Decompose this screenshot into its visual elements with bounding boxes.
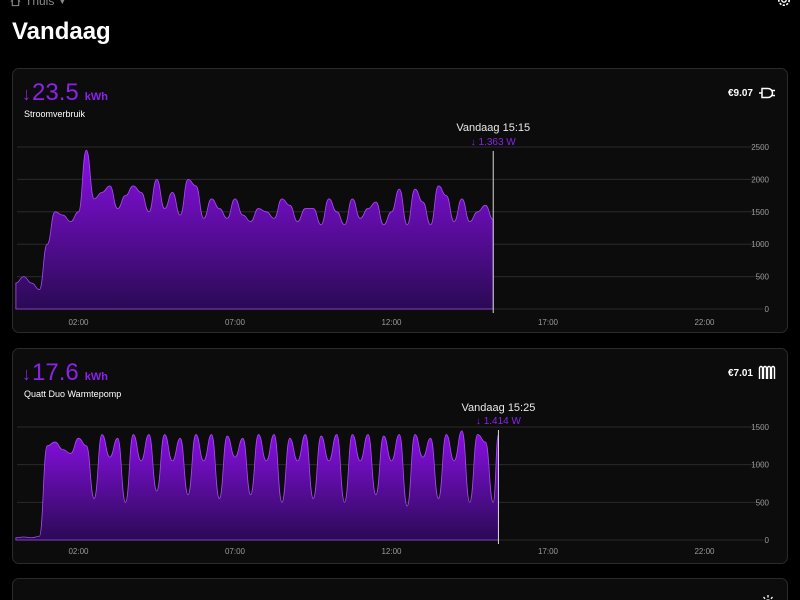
x-tick-label: 17:00 <box>538 318 559 327</box>
y-tick-label: 0 <box>765 305 770 314</box>
home-selector[interactable]: Thuis ▼ <box>10 0 66 8</box>
y-tick-label: 1500 <box>751 208 769 217</box>
tooltip-time: Vandaag 15:15 <box>456 122 530 134</box>
power-chart[interactable]: 0 500 1000 1500 2000 2500 02:00 07:00 12:00 17:00… <box>13 69 788 333</box>
y-tick-label: 500 <box>756 273 770 282</box>
tooltip-value: ↓ 1.414 W <box>476 416 522 427</box>
series-area <box>15 149 494 310</box>
energy-card-stroomverbruik[interactable]: ↓ 23.5 kWh Stroomverbruik €9.07 0 500 1000… <box>12 68 788 333</box>
y-tick-label: 0 <box>765 536 770 545</box>
y-tick-label: 1000 <box>751 461 769 470</box>
y-tick-label: 2500 <box>751 143 769 152</box>
y-tick-label: 500 <box>756 498 770 507</box>
energy-card-third[interactable] <box>12 578 788 600</box>
y-tick-label: 1000 <box>751 240 769 249</box>
x-tick-label: 07:00 <box>225 318 246 327</box>
y-tick-label: 2000 <box>751 175 769 184</box>
sun-icon <box>763 595 773 600</box>
gear-icon[interactable] <box>776 0 792 8</box>
y-tick-label: 1500 <box>751 423 769 432</box>
x-tick-label: 22:00 <box>694 318 715 327</box>
x-tick-label: 07:00 <box>225 547 246 556</box>
series-area <box>15 430 499 541</box>
home-label: Thuis <box>25 0 55 8</box>
energy-card-warmtepomp[interactable]: ↓ 17.6 kWh Quatt Duo Warmtepomp €7.01 05… <box>12 348 788 564</box>
x-tick-label: 02:00 <box>68 318 89 327</box>
x-tick-label: 12:00 <box>381 318 402 327</box>
power-chart[interactable]: 0 500 1000 1500 02:00 07:00 12:00 17:00 22:00 Van… <box>13 349 788 564</box>
x-tick-label: 22:00 <box>694 547 715 556</box>
page-title: Vandaag <box>12 18 111 45</box>
tooltip-time: Vandaag 15:25 <box>462 402 536 414</box>
home-icon <box>10 0 21 6</box>
x-tick-label: 12:00 <box>381 547 402 556</box>
x-tick-label: 02:00 <box>68 547 89 556</box>
chevron-down-icon: ▼ <box>58 0 67 6</box>
x-tick-label: 17:00 <box>538 547 559 556</box>
tooltip-value: ↓ 1.363 W <box>471 137 517 148</box>
